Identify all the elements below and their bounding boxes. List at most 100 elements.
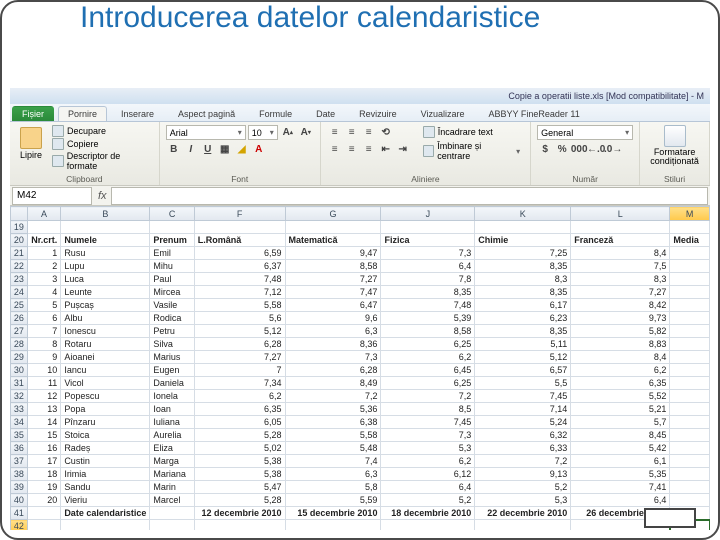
footer-cell[interactable]: 15 decembrie 2010 (285, 507, 381, 520)
tab-data[interactable]: Date (306, 106, 345, 121)
cell[interactable]: Aurelia (150, 429, 194, 442)
formula-bar[interactable] (111, 187, 708, 205)
cell[interactable]: 7,12 (194, 286, 285, 299)
cell[interactable]: Rotaru (61, 338, 150, 351)
cell[interactable]: Custin (61, 455, 150, 468)
cell[interactable]: Popescu (61, 390, 150, 403)
cell[interactable]: 7 (194, 364, 285, 377)
italic-button[interactable]: I (183, 142, 199, 157)
cell[interactable]: Marga (150, 455, 194, 468)
cell[interactable]: 7,27 (285, 273, 381, 286)
copy-button[interactable]: Copiere (50, 138, 153, 150)
cell[interactable]: 5,39 (381, 312, 475, 325)
cell[interactable]: 5,7 (571, 416, 670, 429)
cell[interactable]: 5,48 (285, 442, 381, 455)
cell[interactable] (670, 338, 710, 351)
cell[interactable] (27, 221, 61, 234)
align-right-button[interactable]: ≡ (361, 142, 377, 157)
col-header-J[interactable]: J (381, 207, 475, 221)
cell[interactable]: 5,82 (571, 325, 670, 338)
col-header-G[interactable]: G (285, 207, 381, 221)
col-header-L[interactable]: L (571, 207, 670, 221)
col-header-K[interactable]: K (475, 207, 571, 221)
cell[interactable]: 5,58 (285, 429, 381, 442)
cell[interactable]: 6,35 (571, 377, 670, 390)
row-header-38[interactable]: 38 (11, 468, 28, 481)
row-header-41[interactable]: 41 (11, 507, 28, 520)
comma-button[interactable]: 000 (571, 142, 587, 157)
border-button[interactable]: ▦ (217, 142, 233, 157)
cell[interactable] (670, 260, 710, 273)
header-cell[interactable]: Media (670, 234, 710, 247)
cell[interactable]: 7,48 (194, 273, 285, 286)
cell[interactable]: 5,8 (285, 481, 381, 494)
cell[interactable]: 8,4 (571, 351, 670, 364)
cell[interactable]: Emil (150, 247, 194, 260)
font-size-dropdown[interactable]: 10▾ (248, 125, 278, 140)
cell[interactable]: 7 (27, 325, 61, 338)
cell[interactable] (670, 247, 710, 260)
footer-cell[interactable] (150, 507, 194, 520)
worksheet-grid[interactable]: ABCFGJKLM1920Nr.crt.NumelePrenumL.Română… (10, 206, 710, 530)
select-all-corner[interactable] (11, 207, 28, 221)
col-header-B[interactable]: B (61, 207, 150, 221)
cell[interactable]: 5,12 (194, 325, 285, 338)
cell[interactable]: 6,2 (194, 390, 285, 403)
tab-review[interactable]: Revizuire (349, 106, 407, 121)
row-header-36[interactable]: 36 (11, 442, 28, 455)
cell[interactable]: 5,24 (475, 416, 571, 429)
cell[interactable]: 6,17 (475, 299, 571, 312)
cell[interactable]: 8,35 (475, 260, 571, 273)
cell[interactable]: Pușcaș (61, 299, 150, 312)
cell[interactable] (150, 520, 194, 531)
cell[interactable]: 5,52 (571, 390, 670, 403)
format-painter-button[interactable]: Descriptor de formate (50, 151, 153, 171)
cell[interactable]: 7,45 (475, 390, 571, 403)
col-header-C[interactable]: C (150, 207, 194, 221)
col-header-A[interactable]: A (27, 207, 61, 221)
cell[interactable]: 7,2 (285, 390, 381, 403)
tab-file[interactable]: Fișier (12, 106, 54, 121)
tab-abbyy[interactable]: ABBYY FineReader 11 (479, 106, 590, 121)
cell[interactable]: 7,2 (381, 390, 475, 403)
cell[interactable]: 9,13 (475, 468, 571, 481)
cell[interactable]: 7,34 (194, 377, 285, 390)
cell[interactable]: 8,42 (571, 299, 670, 312)
cell[interactable]: 8,83 (571, 338, 670, 351)
cell[interactable]: 6,4 (381, 260, 475, 273)
align-center-button[interactable]: ≡ (344, 142, 360, 157)
cell[interactable]: 6,57 (475, 364, 571, 377)
cell[interactable]: 7,41 (571, 481, 670, 494)
cell[interactable]: Vieriu (61, 494, 150, 507)
col-header-M[interactable]: M (670, 207, 710, 221)
cell[interactable]: 13 (27, 403, 61, 416)
cell[interactable]: Aioanei (61, 351, 150, 364)
cell[interactable]: 15 (27, 429, 61, 442)
row-header-34[interactable]: 34 (11, 416, 28, 429)
cell[interactable]: 9,73 (571, 312, 670, 325)
row-header-24[interactable]: 24 (11, 286, 28, 299)
cell[interactable]: 5,02 (194, 442, 285, 455)
cell[interactable]: 6,35 (194, 403, 285, 416)
row-header-33[interactable]: 33 (11, 403, 28, 416)
cell[interactable]: Marcel (150, 494, 194, 507)
cell[interactable] (670, 364, 710, 377)
row-header-31[interactable]: 31 (11, 377, 28, 390)
header-cell[interactable]: Numele (61, 234, 150, 247)
cell[interactable]: Albu (61, 312, 150, 325)
cell[interactable]: 5,36 (285, 403, 381, 416)
cut-button[interactable]: Decupare (50, 125, 153, 137)
row-header-40[interactable]: 40 (11, 494, 28, 507)
cell[interactable]: 6,2 (381, 351, 475, 364)
cell[interactable]: Silva (150, 338, 194, 351)
tab-page-layout[interactable]: Aspect pagină (168, 106, 245, 121)
col-header-F[interactable]: F (194, 207, 285, 221)
cell[interactable]: Rodica (150, 312, 194, 325)
cell[interactable]: Iancu (61, 364, 150, 377)
percent-button[interactable]: % (554, 142, 570, 157)
row-header-20[interactable]: 20 (11, 234, 28, 247)
cell[interactable] (27, 520, 61, 531)
cell[interactable]: 5,12 (475, 351, 571, 364)
cell[interactable]: 14 (27, 416, 61, 429)
cell[interactable] (194, 520, 285, 531)
